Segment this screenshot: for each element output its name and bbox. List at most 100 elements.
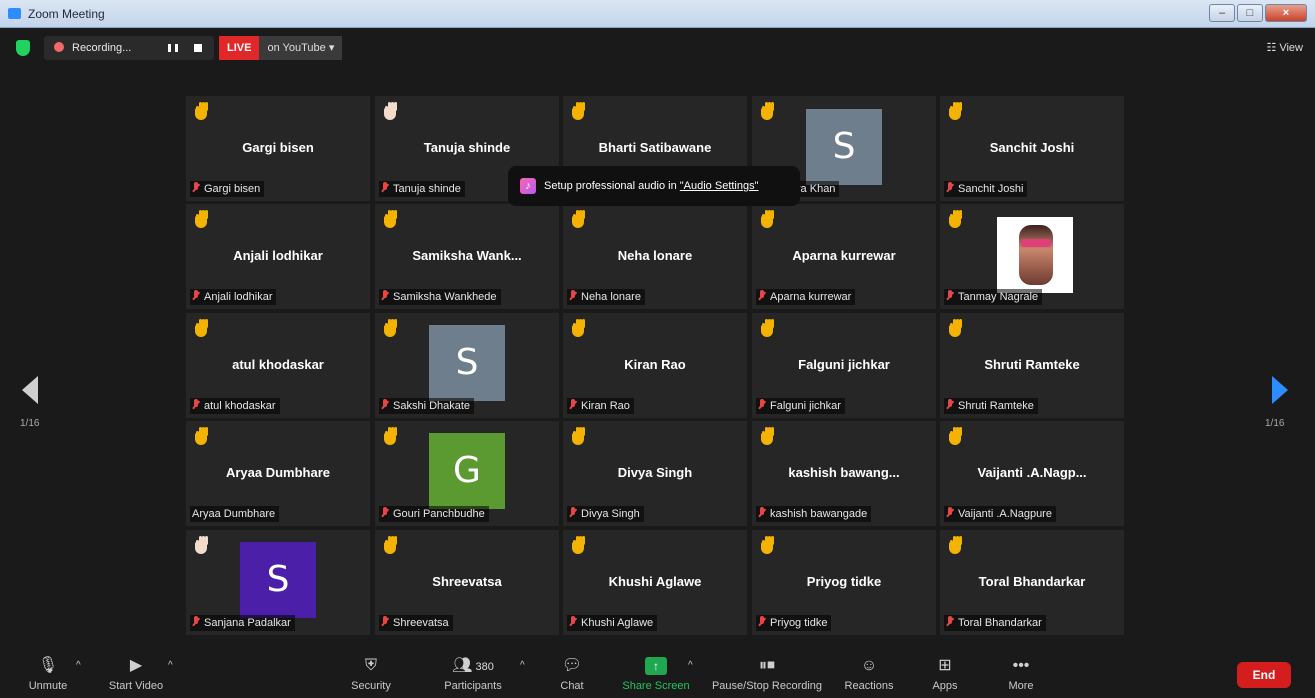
zoom-app-icon [8,8,21,19]
participant-tile[interactable]: Sanchit Joshi Sanchit Joshi [940,96,1124,201]
participant-footer-name: Sanjana Padalkar [204,617,291,629]
muted-mic-icon [192,182,200,193]
reactions-button[interactable]: ☺︎ Reactions [840,656,898,692]
participant-name-label: Toral Bhandarkar [944,615,1046,631]
raised-hand-icon [760,536,774,554]
raised-hand-icon [383,536,397,554]
muted-mic-icon [946,507,954,518]
participant-display-name: Aryaa Dumbhare [225,465,331,480]
unmute-label: Unmute [28,680,68,692]
participant-footer-name: Falguni jichkar [770,400,841,412]
raised-hand-icon [760,427,774,445]
participant-tile[interactable]: G Gouri Panchbudhe [375,421,559,526]
raised-hand-icon [194,210,208,228]
youtube-dropdown[interactable]: on YouTube ▾ [259,36,343,60]
participant-tile[interactable]: Priyog tidke Priyog tidke [752,530,936,635]
pause-recording-icon[interactable] [168,44,178,52]
participant-tile[interactable]: Shreevatsa Shreevatsa [375,530,559,635]
participant-footer-name: Gouri Panchbudhe [393,508,485,520]
participants-icon: 👥︎ 380 [452,657,494,674]
participant-tile[interactable]: Falguni jichkar Falguni jichkar [752,313,936,418]
participant-tile[interactable]: Shruti Ramteke Shruti Ramteke [940,313,1124,418]
participant-tile[interactable]: Aryaa Dumbhare Aryaa Dumbhare [186,421,370,526]
participant-tile[interactable]: kashish bawang... kashish bawangade [752,421,936,526]
meeting-toolbar: 🎙︎ Unmute ^ ▶︎ Start Video ^ ⛨ Security … [0,650,1315,698]
participant-footer-name: Tanmay Nagrale [958,291,1039,303]
participant-footer-name: atul khodaskar [204,400,276,412]
video-off-icon: ▶︎ [129,657,143,674]
view-button[interactable]: ☷ View [1266,36,1303,60]
raised-hand-icon [948,102,962,120]
audio-options-chevron-icon[interactable]: ^ [76,660,81,671]
close-button[interactable]: × [1265,4,1307,22]
participant-name-label: Aparna kurrewar [756,289,856,305]
participant-display-name: Aparna kurrewar [792,248,896,263]
participant-tile[interactable]: Samiksha Wank... Samiksha Wankhede [375,204,559,309]
minimize-button[interactable]: – [1209,4,1235,22]
participant-tile[interactable]: Gargi bisen Gargi bisen [186,96,370,201]
raised-hand-icon [571,102,585,120]
participant-tile[interactable]: Khushi Aglawe Khushi Aglawe [563,530,747,635]
security-shield-icon[interactable] [16,40,30,56]
muted-mic-icon [381,182,389,193]
muted-mic-icon [758,507,766,518]
participant-display-name: Toral Bhandarkar [978,574,1086,589]
participant-footer-name: Vaijanti .A.Nagpure [958,508,1052,520]
participant-tile[interactable]: S Sanjana Padalkar [186,530,370,635]
raised-hand-icon [571,536,585,554]
shield-icon: ⛨ [364,657,377,674]
participant-tile[interactable]: Kiran Rao Kiran Rao [563,313,747,418]
raised-hand-icon [948,319,962,337]
participant-tile[interactable]: Divya Singh Divya Singh [563,421,747,526]
more-button[interactable]: ••• More [1004,656,1038,692]
next-page-arrow-icon[interactable] [1272,376,1288,404]
previous-page-arrow-icon[interactable] [22,376,38,404]
chat-button[interactable]: 💬︎ Chat [556,656,588,692]
participant-tile[interactable]: Tanmay Nagrale [940,204,1124,309]
end-meeting-button[interactable]: End [1237,662,1291,688]
live-stream-indicator[interactable]: LIVE on YouTube ▾ [219,36,343,60]
security-button[interactable]: ⛨ Security [346,656,396,692]
window-titlebar: Zoom Meeting – □ × [0,0,1315,28]
participant-tile[interactable]: Anjali lodhikar Anjali lodhikar [186,204,370,309]
participant-tile[interactable]: Vaijanti .A.Nagp... Vaijanti .A.Nagpure [940,421,1124,526]
participant-name-label: Gargi bisen [190,181,265,197]
raised-hand-icon [194,536,208,554]
participant-display-name: Gargi bisen [242,140,314,155]
participant-tile[interactable]: S Sakshi Dhakate [375,313,559,418]
share-screen-label: Share Screen [622,680,690,692]
participant-footer-name: Aparna kurrewar [770,291,852,303]
participant-tile[interactable]: Aparna kurrewar Aparna kurrewar [752,204,936,309]
participant-footer-name: Shruti Ramteke [958,400,1034,412]
participant-footer-name: Anjali lodhikar [204,291,273,303]
participant-display-name: atul khodaskar [232,357,324,372]
audio-settings-toast[interactable]: ♪ Setup professional audio in "Audio Set… [508,166,800,206]
video-options-chevron-icon[interactable]: ^ [168,660,173,671]
participants-button[interactable]: 👥︎ 380 Participants ^ [438,656,524,692]
stop-recording-icon[interactable] [194,44,202,52]
participants-chevron-icon[interactable]: ^ [520,660,525,671]
participant-display-name: Falguni jichkar [798,357,890,372]
restore-button[interactable]: □ [1237,4,1263,22]
apps-button[interactable]: ⊞ Apps [928,656,962,692]
raised-hand-icon [948,427,962,445]
participant-tile[interactable]: atul khodaskar atul khodaskar [186,313,370,418]
participant-name-label: Sanjana Padalkar [190,615,295,631]
audio-settings-link[interactable]: "Audio Settings" [680,180,759,192]
participant-name-label: Tanuja shinde [379,181,465,197]
share-options-chevron-icon[interactable]: ^ [688,660,693,671]
participant-name-label: Tanmay Nagrale [944,289,1043,305]
start-video-button[interactable]: ▶︎ Start Video ^ [104,656,173,692]
unmute-button[interactable]: 🎙︎ Unmute ^ [26,656,81,692]
share-screen-button[interactable]: ↑ Share Screen ^ [620,656,693,692]
participant-name-label: Falguni jichkar [756,398,845,414]
participant-display-name: Divya Singh [617,465,693,480]
participant-name-label: Vaijanti .A.Nagpure [944,506,1056,522]
participant-avatar: S [429,325,505,401]
participant-tile[interactable]: Toral Bhandarkar Toral Bhandarkar [940,530,1124,635]
pause-stop-icon: ⏸︎⏹︎ [758,657,775,674]
participant-footer-name: Kiran Rao [581,400,630,412]
pause-stop-recording-button[interactable]: ⏸︎⏹︎ Pause/Stop Recording [708,656,826,692]
participant-tile[interactable]: Neha lonare Neha lonare [563,204,747,309]
muted-mic-icon [946,182,954,193]
